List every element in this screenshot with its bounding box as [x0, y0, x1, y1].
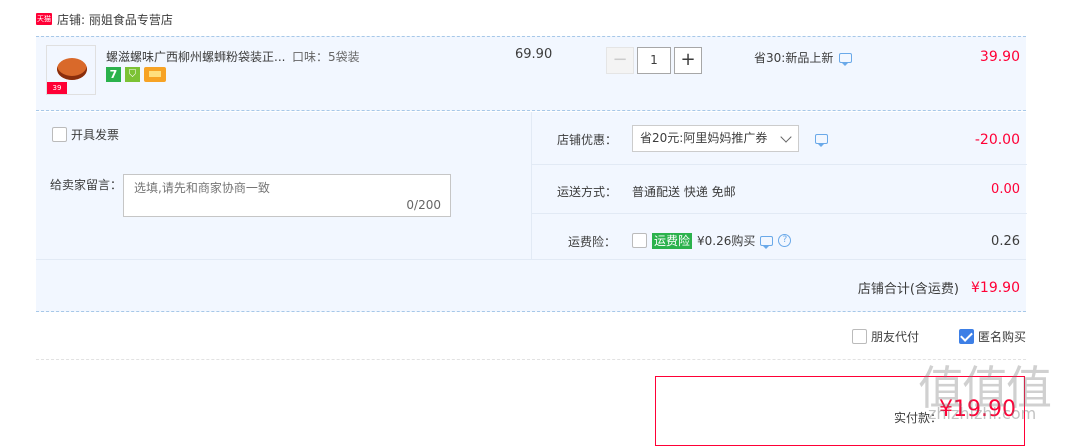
- coupon-selected-value: 省20元:阿里妈妈推广券: [640, 131, 768, 145]
- item-promotion: 省30:新品上新: [754, 49, 853, 66]
- credit-card-icon[interactable]: [144, 67, 166, 82]
- chevron-down-icon: [780, 131, 792, 143]
- message-char-count: 0/200: [406, 198, 441, 212]
- qty-input[interactable]: 1: [637, 47, 671, 74]
- shop-total-value: ¥19.90: [971, 279, 1020, 296]
- chat-bubble-icon[interactable]: [815, 134, 828, 147]
- noodle-bowl-icon: [57, 58, 87, 80]
- invoice-label: 开具发票: [71, 128, 120, 142]
- friend-pay-option[interactable]: 朋友代付: [851, 328, 919, 345]
- service-badges: 7 ⛉: [106, 67, 166, 82]
- unit-price: 69.90: [515, 47, 553, 62]
- order-item-row: 39 螺滋螺味广西柳州螺蛳粉袋装正... 口味：5袋装 7 ⛉ 69.90 − …: [36, 36, 1026, 111]
- shipping-label: 运送方式：: [557, 185, 618, 199]
- shop-name[interactable]: 店铺: 丽姐食品专营店: [57, 11, 173, 28]
- coupon-amount: -20.00: [974, 132, 1020, 148]
- product-sku: 口味：5袋装: [292, 50, 360, 64]
- guarantee-icon[interactable]: ⛉: [125, 67, 140, 82]
- insurance-amount: 0.26: [991, 234, 1020, 249]
- invoice-option[interactable]: 开具发票: [52, 126, 119, 143]
- promotion-text: 省30:新品上新: [754, 51, 834, 65]
- friend-pay-label: 朋友代付: [870, 330, 919, 344]
- tmall-icon: 天猫: [36, 13, 52, 25]
- product-thumbnail[interactable]: 39: [46, 45, 96, 95]
- thumbnail-price-tag: 39: [47, 82, 67, 94]
- chat-bubble-icon[interactable]: [839, 52, 853, 66]
- friend-pay-checkbox[interactable]: [851, 329, 867, 344]
- shipping-amount: 0.00: [991, 182, 1020, 197]
- anonymous-option[interactable]: 匿名购买: [958, 328, 1026, 345]
- chat-bubble-icon[interactable]: [760, 235, 774, 249]
- seven-day-return-icon[interactable]: 7: [106, 67, 121, 82]
- invoice-checkbox[interactable]: [52, 127, 67, 142]
- anonymous-label: 匿名购买: [977, 330, 1026, 344]
- seller-message-input[interactable]: [134, 178, 434, 198]
- insurance-checkbox[interactable]: [632, 233, 647, 248]
- help-icon[interactable]: ?: [778, 234, 792, 247]
- divider: [36, 259, 1026, 260]
- insurance-label: 运费险：: [568, 235, 617, 249]
- insurance-price: ¥0.26购买: [697, 234, 756, 248]
- coupon-label: 店铺优惠：: [557, 133, 618, 147]
- quantity-stepper: − 1 +: [606, 47, 702, 74]
- divider: [36, 359, 1026, 360]
- message-label: 给卖家留言：: [50, 178, 123, 192]
- insurance-badge: 运费险: [652, 232, 693, 249]
- divider: [532, 213, 1027, 214]
- order-options-panel: 开具发票 给卖家留言： 0/200 店铺优惠： 省20元:阿里妈妈推广券 -20…: [36, 112, 1027, 312]
- coupon-select[interactable]: 省20元:阿里妈妈推广券: [632, 125, 799, 152]
- shipping-method: 普通配送 快递 免邮: [632, 185, 736, 199]
- qty-minus-button[interactable]: −: [606, 47, 634, 74]
- shop-total: 店铺合计(含运费) ¥19.90: [857, 278, 1020, 298]
- shop-total-label: 店铺合计(含运费): [857, 282, 959, 297]
- watermark-url: zhizhizhi.com: [928, 404, 1037, 423]
- product-title[interactable]: 螺滋螺味广西柳州螺蛳粉袋装正...: [106, 48, 296, 65]
- divider: [532, 164, 1027, 165]
- item-subtotal: 39.90: [979, 49, 1020, 65]
- anonymous-checkbox[interactable]: [958, 329, 974, 344]
- shop-header: 天猫 店铺: 丽姐食品专营店: [36, 10, 173, 28]
- qty-plus-button[interactable]: +: [674, 47, 702, 74]
- seller-message-field[interactable]: 0/200: [123, 174, 451, 217]
- checkout-options: 朋友代付 匿名购买: [851, 328, 1026, 345]
- insurance-option[interactable]: 运费险 ¥0.26购买 ?: [632, 232, 792, 249]
- order-summary-column: 店铺优惠： 省20元:阿里妈妈推广券 -20.00 运送方式： 普通配送 快递 …: [531, 112, 1027, 259]
